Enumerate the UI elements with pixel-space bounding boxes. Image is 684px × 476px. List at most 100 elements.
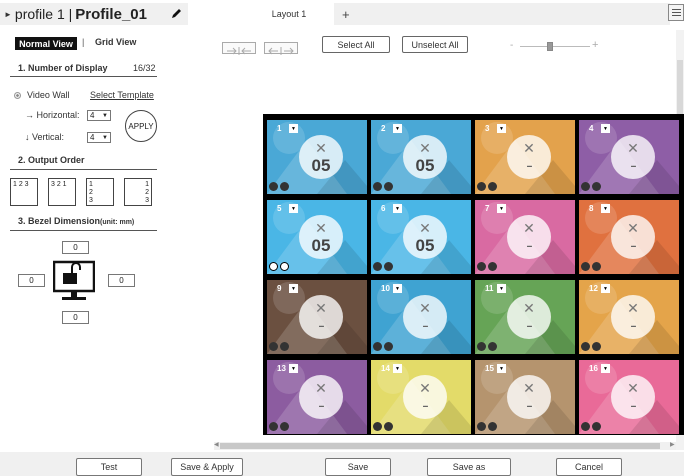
display-tile[interactable]: 11 ▼ ✕ --	[475, 280, 575, 354]
zoom-out-button[interactable]: -	[510, 40, 513, 51]
scroll-left-arrow-icon[interactable]: ◀	[214, 441, 219, 448]
tab-profile[interactable]: ► profile 1 | Profile_01	[0, 3, 188, 25]
close-icon[interactable]: ✕	[611, 381, 655, 395]
display-tile[interactable]: 4 ▼ ✕ --	[579, 120, 679, 194]
close-icon[interactable]: ✕	[611, 301, 655, 315]
speaker-icon[interactable]	[581, 262, 590, 271]
source-icon[interactable]	[488, 262, 497, 271]
zoom-slider-track[interactable]	[520, 46, 590, 47]
display-tile[interactable]: 8 ▼ ✕ --	[579, 200, 679, 274]
source-icon[interactable]	[280, 182, 289, 191]
display-tile[interactable]: 10 ▼ ✕ --	[371, 280, 471, 354]
display-tile[interactable]: 6 ▼ ✕ 05	[371, 200, 471, 274]
source-icon[interactable]	[592, 262, 601, 271]
zoom-slider-handle[interactable]	[547, 42, 553, 51]
display-tile[interactable]: 16 ▼ ✕ --	[579, 360, 679, 434]
display-tile[interactable]: 9 ▼ ✕ --	[267, 280, 367, 354]
select-template-link[interactable]: Select Template	[90, 90, 154, 100]
display-tile[interactable]: 13 ▼ ✕ --	[267, 360, 367, 434]
close-icon[interactable]: ✕	[299, 301, 343, 315]
monitor-unlock-icon[interactable]	[52, 258, 96, 304]
video-wall-radio[interactable]	[14, 92, 21, 99]
speaker-icon[interactable]	[269, 342, 278, 351]
save-as-button[interactable]: Save as	[427, 458, 511, 476]
save-button[interactable]: Save	[325, 458, 391, 476]
normal-view-button[interactable]: Normal View	[15, 37, 77, 50]
close-icon[interactable]: ✕	[611, 221, 655, 235]
speaker-icon[interactable]	[581, 182, 590, 191]
bezel-bottom-input[interactable]: 0	[62, 311, 89, 324]
grid-view-button[interactable]: Grid View	[95, 37, 136, 47]
tile-dropdown-icon[interactable]: ▼	[393, 284, 402, 293]
bezel-top-input[interactable]: 0	[62, 241, 89, 254]
tile-dropdown-icon[interactable]: ▼	[601, 124, 610, 133]
select-all-button[interactable]: Select All	[322, 36, 390, 53]
vertical-select[interactable]: 4 ▼	[87, 132, 111, 143]
display-tile[interactable]: 15 ▼ ✕ --	[475, 360, 575, 434]
source-icon[interactable]	[280, 262, 289, 271]
tab-layout-1[interactable]: Layout 1	[247, 3, 331, 25]
source-icon[interactable]	[592, 422, 601, 431]
speaker-icon[interactable]	[581, 342, 590, 351]
close-icon[interactable]: ✕	[507, 141, 551, 155]
tile-dropdown-icon[interactable]: ▼	[497, 124, 506, 133]
tile-dropdown-icon[interactable]: ▼	[497, 364, 506, 373]
speaker-icon[interactable]	[477, 182, 486, 191]
tile-dropdown-icon[interactable]: ▼	[289, 124, 298, 133]
source-icon[interactable]	[280, 342, 289, 351]
tile-dropdown-icon[interactable]: ▼	[289, 364, 298, 373]
close-icon[interactable]: ✕	[299, 381, 343, 395]
display-tile[interactable]: 7 ▼ ✕ --	[475, 200, 575, 274]
display-tile[interactable]: 5 ▼ ✕ 05	[267, 200, 367, 274]
tile-dropdown-icon[interactable]: ▼	[497, 284, 506, 293]
tile-dropdown-icon[interactable]: ▼	[289, 204, 298, 213]
bezel-right-input[interactable]: 0	[108, 274, 135, 287]
save-apply-button[interactable]: Save & Apply	[171, 458, 243, 476]
horizontal-scrollbar-thumb[interactable]	[220, 443, 660, 449]
speaker-icon[interactable]	[373, 262, 382, 271]
test-button[interactable]: Test	[76, 458, 142, 476]
speaker-icon[interactable]	[373, 182, 382, 191]
source-icon[interactable]	[384, 422, 393, 431]
speaker-icon[interactable]	[269, 262, 278, 271]
add-tab-button[interactable]: +	[334, 3, 670, 25]
order-option-top-to-bottom[interactable]: 1 2 3	[86, 178, 114, 206]
speaker-icon[interactable]	[373, 342, 382, 351]
speaker-icon[interactable]	[477, 262, 486, 271]
horizontal-select[interactable]: 4 ▼	[87, 110, 111, 121]
source-icon[interactable]	[592, 182, 601, 191]
edit-pencil-icon[interactable]	[171, 6, 182, 22]
close-icon[interactable]: ✕	[403, 141, 447, 155]
display-tile[interactable]: 12 ▼ ✕ --	[579, 280, 679, 354]
tile-dropdown-icon[interactable]: ▼	[393, 364, 402, 373]
source-icon[interactable]	[488, 182, 497, 191]
bezel-left-input[interactable]: 0	[18, 274, 45, 287]
source-icon[interactable]	[592, 342, 601, 351]
cancel-button[interactable]: Cancel	[556, 458, 622, 476]
speaker-icon[interactable]	[581, 422, 590, 431]
source-icon[interactable]	[488, 342, 497, 351]
speaker-icon[interactable]	[269, 422, 278, 431]
tile-dropdown-icon[interactable]: ▼	[289, 284, 298, 293]
close-icon[interactable]: ✕	[507, 381, 551, 395]
menu-icon[interactable]	[668, 4, 684, 21]
close-icon[interactable]: ✕	[403, 381, 447, 395]
merge-horizontal-icon[interactable]	[222, 42, 256, 55]
tile-dropdown-icon[interactable]: ▼	[393, 124, 402, 133]
speaker-icon[interactable]	[477, 422, 486, 431]
apply-button[interactable]: APPLY	[125, 110, 157, 142]
speaker-icon[interactable]	[477, 342, 486, 351]
tile-dropdown-icon[interactable]: ▼	[601, 284, 610, 293]
speaker-icon[interactable]	[373, 422, 382, 431]
close-icon[interactable]: ✕	[403, 221, 447, 235]
collapse-arrow-icon[interactable]: ►	[4, 10, 12, 19]
tile-dropdown-icon[interactable]: ▼	[497, 204, 506, 213]
close-icon[interactable]: ✕	[403, 301, 447, 315]
tile-dropdown-icon[interactable]: ▼	[393, 204, 402, 213]
display-tile[interactable]: 3 ▼ ✕ --	[475, 120, 575, 194]
display-tile[interactable]: 14 ▼ ✕ --	[371, 360, 471, 434]
source-icon[interactable]	[384, 182, 393, 191]
display-tile[interactable]: 1 ▼ ✕ 05	[267, 120, 367, 194]
scroll-right-arrow-icon[interactable]: ▶	[670, 441, 675, 448]
close-icon[interactable]: ✕	[299, 221, 343, 235]
